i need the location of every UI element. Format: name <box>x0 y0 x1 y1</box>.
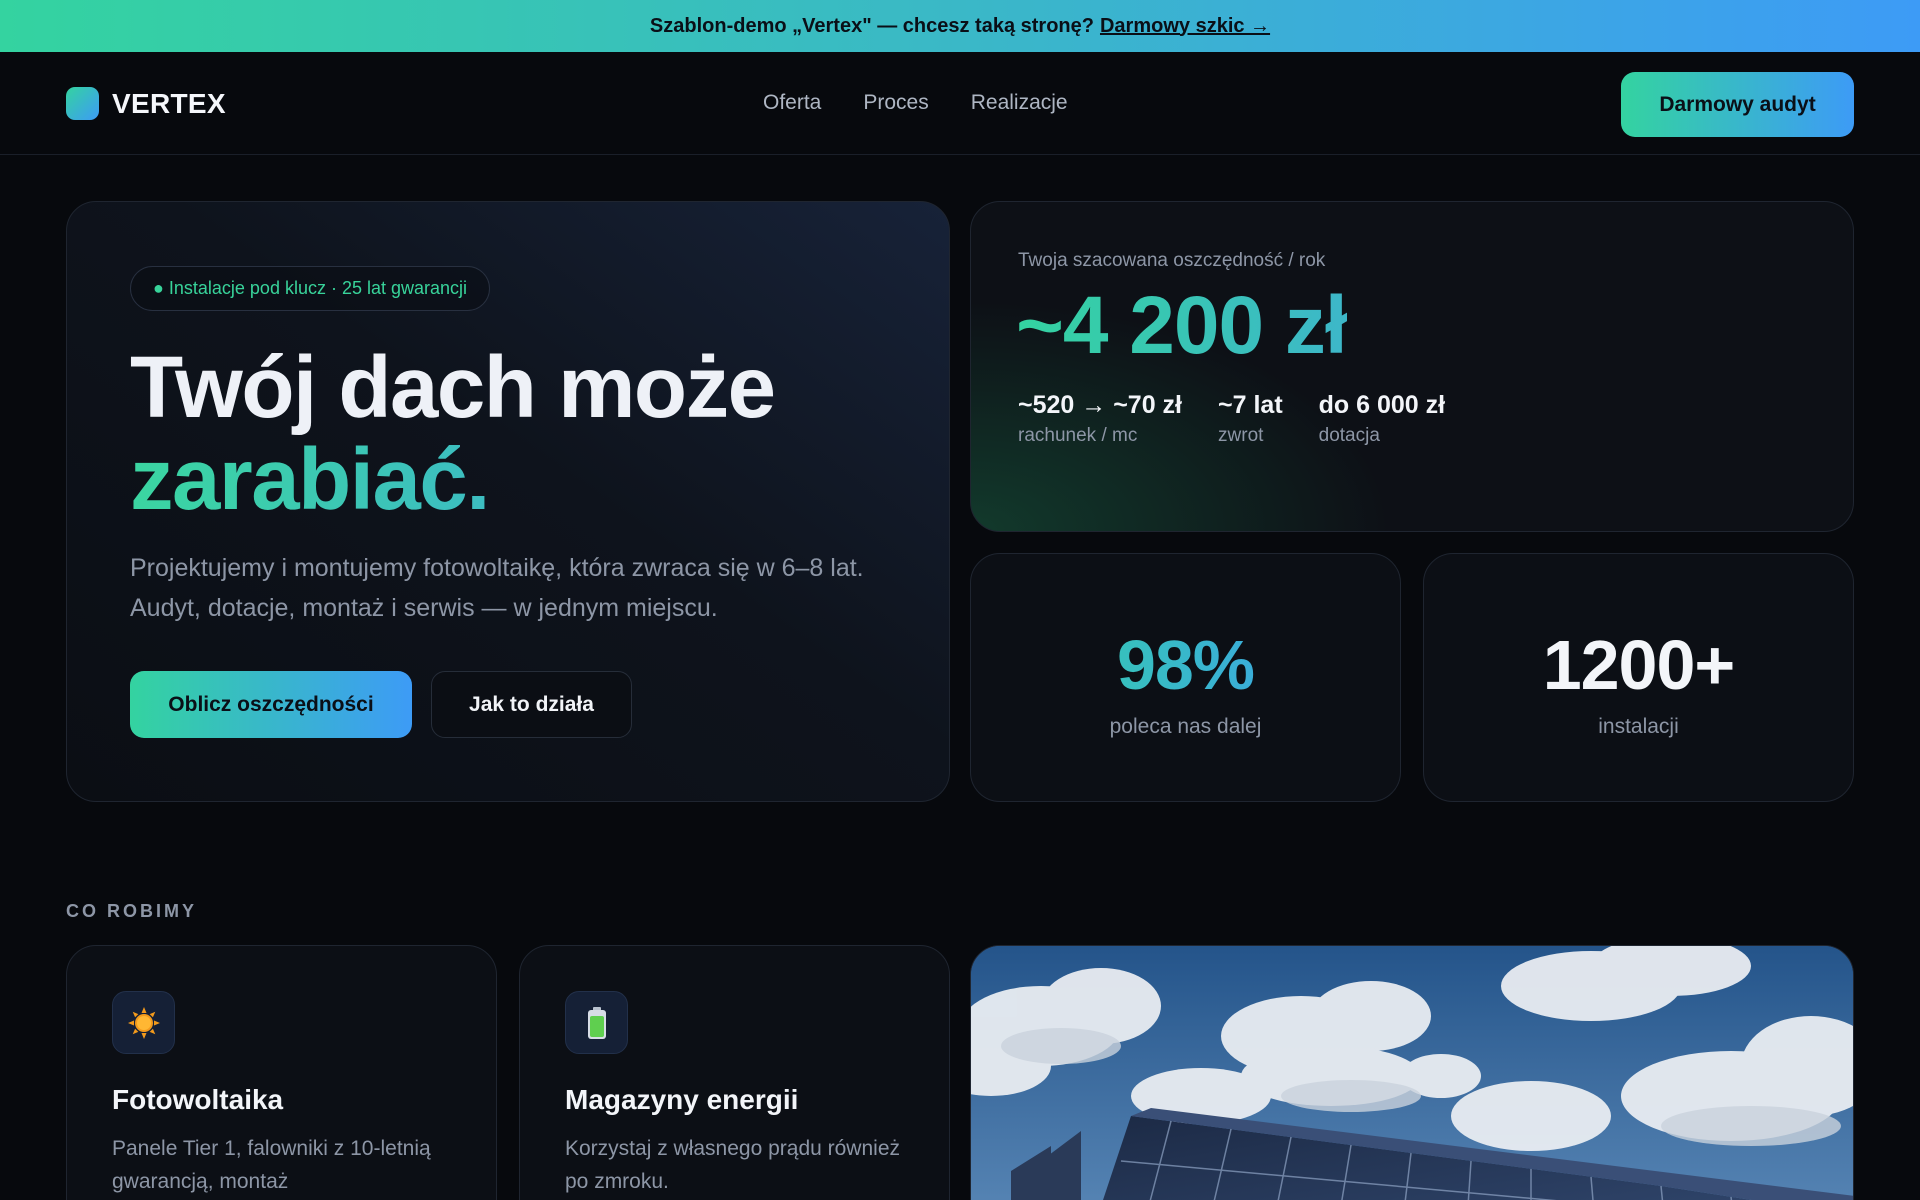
announcement-bar: Szablon-demo „Vertex" — chcesz taką stro… <box>0 0 1920 52</box>
battery-icon <box>565 991 628 1054</box>
service-title: Fotowoltaika <box>112 1084 284 1115</box>
service-card-photovoltaics[interactable]: Fotowoltaika Panele Tier 1, falowniki z … <box>66 945 497 1200</box>
recommend-stat-label: poleca nas dalej <box>1109 715 1262 738</box>
savings-stats: ~520 → ~70 zł rachunek / mc ~7 lat zwrot… <box>1018 389 1481 447</box>
audit-button[interactable]: Darmowy audyt <box>1621 72 1854 137</box>
installations-stat-label: instalacji <box>1598 715 1679 738</box>
brand-logo-icon <box>66 87 99 120</box>
subsidy-stat-label: dotacja <box>1318 425 1380 446</box>
announcement-link[interactable]: Darmowy szkic → <box>1100 15 1270 38</box>
solar-panels-photo <box>970 945 1854 1200</box>
brand[interactable]: VERTEX <box>66 87 226 120</box>
sun-icon <box>112 991 175 1054</box>
nav-links: Oferta Proces Realizacje <box>763 91 1068 115</box>
calculate-savings-button[interactable]: Oblicz oszczędności <box>130 671 412 738</box>
nav-link-realizacje[interactable]: Realizacje <box>971 91 1068 115</box>
recommend-stat-value: 98% <box>971 625 1400 705</box>
brand-name: VERTEX <box>112 87 226 119</box>
installations-stat-card: 1200+ instalacji <box>1423 553 1854 802</box>
payback-stat-value: ~7 lat <box>1218 391 1283 419</box>
subsidy-stat-value: do 6 000 zł <box>1318 391 1446 419</box>
service-description: Korzystaj z własnego prądu również po zm… <box>565 1137 900 1193</box>
hero-title-line1: Twój dach może <box>130 339 776 436</box>
service-description: Panele Tier 1, falowniki z 10-letnią gwa… <box>112 1137 431 1193</box>
nav-link-oferta[interactable]: Oferta <box>763 91 821 115</box>
navbar: VERTEX Oferta Proces Realizacje Darmowy … <box>0 52 1920 155</box>
recommend-stat-card: 98% poleca nas dalej <box>970 553 1401 802</box>
service-card-energy-storage[interactable]: Magazyny energii Korzystaj z własnego pr… <box>519 945 950 1200</box>
hero-title: Twój dach może zarabiać. <box>130 342 930 526</box>
subsidy-stat: do 6 000 zł dotacja <box>1319 389 1445 447</box>
announcement-text: Szablon-demo „Vertex" — chcesz taką stro… <box>649 14 1094 37</box>
hero-title-line2: zarabiać. <box>130 434 930 526</box>
hero-subtitle: Projektujemy i montujemy fotowoltaikę, k… <box>130 554 864 622</box>
section-label: CO ROBIMY <box>66 901 198 921</box>
hero-card: ● Instalacje pod klucz · 25 lat gwarancj… <box>66 201 950 802</box>
payback-stat: ~7 lat zwrot <box>1218 389 1283 447</box>
bill-stat-label: rachunek / mc <box>1018 425 1138 446</box>
bill-stat: ~520 → ~70 zł rachunek / mc <box>1018 389 1182 447</box>
hero-badge: ● Instalacje pod klucz · 25 lat gwarancj… <box>130 266 491 311</box>
bill-stat-value: ~520 → ~70 zł <box>1018 391 1183 419</box>
savings-card: Twoja szacowana oszczędność / rok ~4 200… <box>970 201 1854 532</box>
nav-link-proces[interactable]: Proces <box>863 91 928 115</box>
savings-label: Twoja szacowana oszczędność / rok <box>1018 250 1326 271</box>
savings-value: ~4 200 zł <box>1016 278 1348 374</box>
payback-stat-label: zwrot <box>1218 425 1264 446</box>
installations-stat-value: 1200+ <box>1542 626 1736 704</box>
how-it-works-button[interactable]: Jak to działa <box>431 671 632 738</box>
service-title: Magazyny energii <box>565 1084 799 1115</box>
